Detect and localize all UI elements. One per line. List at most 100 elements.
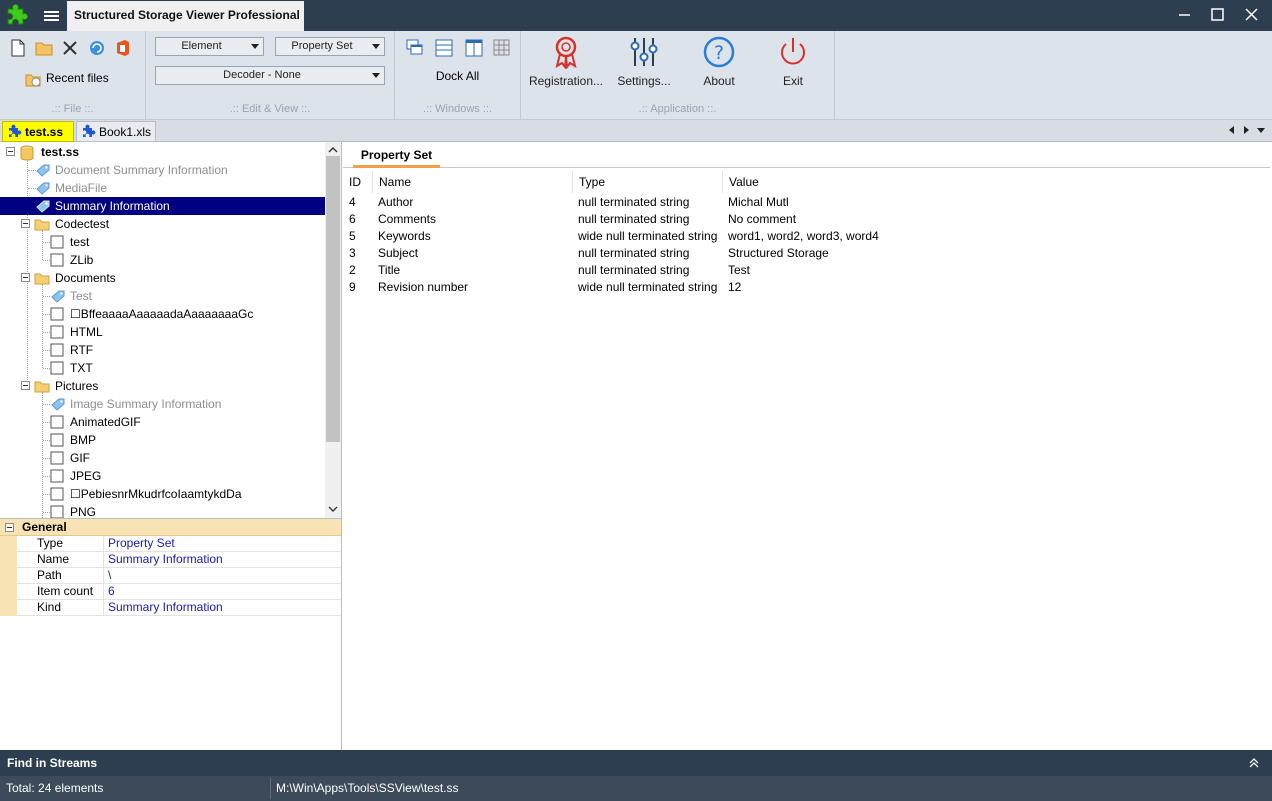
property-row-kind[interactable]: Kind Summary Information bbox=[0, 600, 341, 616]
tree-scrollbar[interactable] bbox=[325, 142, 341, 518]
tree-item-test[interactable]: test bbox=[0, 233, 325, 251]
tree-item-gif[interactable]: GIF bbox=[0, 449, 325, 467]
tree-root[interactable]: test.ss bbox=[0, 143, 325, 161]
cell-id[interactable]: 3 bbox=[349, 245, 356, 262]
tree-item-rtf[interactable]: RTF bbox=[0, 341, 325, 359]
open-folder-icon[interactable] bbox=[33, 37, 55, 59]
cell-value[interactable]: Michal Mutl bbox=[728, 194, 789, 211]
tree-item-documents[interactable]: Documents bbox=[0, 269, 325, 287]
doc-tab-test-ss[interactable]: test.ss bbox=[2, 121, 74, 142]
cell-id[interactable]: 2 bbox=[349, 262, 356, 279]
cascade-windows-icon[interactable] bbox=[404, 37, 426, 59]
office-icon[interactable] bbox=[112, 37, 134, 59]
hamburger-menu-icon[interactable] bbox=[38, 4, 64, 28]
tree-item-png[interactable]: PNG bbox=[0, 503, 325, 518]
cell-name[interactable]: Revision number bbox=[378, 279, 468, 296]
tree-item-document-summary[interactable]: Document Summary Information bbox=[0, 161, 325, 179]
collapse-icon[interactable] bbox=[21, 381, 30, 390]
cell-type[interactable]: null terminated string bbox=[578, 245, 689, 262]
property-row-item-count[interactable]: Item count 6 bbox=[0, 584, 341, 600]
cell-id[interactable]: 9 bbox=[349, 279, 356, 296]
puzzle-icon bbox=[9, 124, 22, 137]
stream-icon bbox=[50, 505, 64, 518]
scroll-left-icon[interactable] bbox=[1229, 126, 1234, 134]
collapse-icon[interactable] bbox=[21, 219, 30, 228]
cell-value[interactable]: Test bbox=[728, 262, 750, 279]
dock-all-button[interactable]: Dock All bbox=[395, 69, 520, 83]
cell-name[interactable]: Subject bbox=[378, 245, 418, 262]
decoder-dropdown[interactable]: Decoder - None bbox=[155, 66, 385, 85]
property-gutter bbox=[0, 584, 17, 600]
cell-name[interactable]: Keywords bbox=[378, 228, 431, 245]
column-header-name[interactable]: Name bbox=[372, 171, 573, 193]
tree-item-mediafile[interactable]: MediaFile bbox=[0, 179, 325, 197]
property-row-type[interactable]: Type Property Set bbox=[0, 536, 341, 552]
cell-name[interactable]: Title bbox=[378, 262, 400, 279]
doc-tab-book1-xls[interactable]: Book1.xls bbox=[76, 121, 156, 142]
recent-files-icon bbox=[25, 74, 41, 87]
element-dropdown[interactable]: Element bbox=[155, 37, 264, 56]
close-icon[interactable] bbox=[1232, 0, 1271, 31]
find-in-streams-panel[interactable]: Find in Streams bbox=[0, 750, 1272, 776]
cell-type[interactable]: wide null terminated string bbox=[578, 279, 717, 296]
cell-value[interactable]: word1, word2, word3, word4 bbox=[728, 228, 879, 245]
tree-item-label: PNG bbox=[70, 505, 97, 518]
tree-item-html[interactable]: HTML bbox=[0, 323, 325, 341]
exit-button[interactable]: Exit bbox=[763, 35, 823, 95]
cell-value[interactable]: Structured Storage bbox=[728, 245, 829, 262]
column-header-id[interactable]: ID bbox=[343, 171, 373, 193]
collapse-icon[interactable] bbox=[5, 523, 14, 532]
collapse-icon[interactable] bbox=[21, 273, 30, 282]
tab-property-set[interactable]: Property Set bbox=[353, 146, 440, 168]
tree-item-codectest[interactable]: Codectest bbox=[0, 215, 325, 233]
scroll-down-icon[interactable] bbox=[325, 503, 341, 515]
column-header-type[interactable]: Type bbox=[572, 171, 722, 193]
tab-list-chevron-down-icon[interactable] bbox=[1257, 128, 1265, 133]
tree-item-pictures[interactable]: Pictures bbox=[0, 377, 325, 395]
cell-id[interactable]: 4 bbox=[349, 194, 356, 211]
tree-item-image-summary[interactable]: Image Summary Information bbox=[0, 395, 325, 413]
registration-button[interactable]: Registration... bbox=[526, 35, 606, 95]
cell-value[interactable]: No comment bbox=[728, 211, 796, 228]
scroll-right-icon[interactable] bbox=[1244, 126, 1249, 134]
property-row-name[interactable]: Name Summary Information bbox=[0, 552, 341, 568]
property-set-dropdown[interactable]: Property Set bbox=[275, 37, 385, 56]
about-button[interactable]: ? About bbox=[689, 35, 749, 95]
cell-type[interactable]: null terminated string bbox=[578, 262, 689, 279]
tree-item-jpeg[interactable]: JPEG bbox=[0, 467, 325, 485]
cell-type[interactable]: null terminated string bbox=[578, 211, 689, 228]
tree-item-bffeaaaa[interactable]: ☐BffeaaaaAaaaaadaAaaaaaaaGc bbox=[0, 305, 325, 323]
tree-item-summary-information[interactable]: Summary Information bbox=[0, 197, 325, 215]
cell-id[interactable]: 6 bbox=[349, 211, 356, 228]
puzzle-app-icon[interactable] bbox=[0, 0, 36, 31]
settings-button[interactable]: Settings... bbox=[609, 35, 679, 95]
tree-item-animatedgif[interactable]: AnimatedGIF bbox=[0, 413, 325, 431]
grid-windows-icon[interactable] bbox=[491, 37, 513, 59]
new-file-icon[interactable] bbox=[7, 37, 29, 59]
tile-vertical-icon[interactable] bbox=[463, 37, 485, 59]
close-file-icon[interactable] bbox=[59, 37, 81, 59]
collapse-icon[interactable] bbox=[6, 147, 15, 156]
recent-files-button[interactable]: Recent files bbox=[24, 69, 134, 89]
cell-name[interactable]: Author bbox=[378, 194, 413, 211]
scrollbar-thumb[interactable] bbox=[326, 156, 340, 442]
tile-horizontal-icon[interactable] bbox=[433, 37, 455, 59]
refresh-icon[interactable] bbox=[86, 37, 108, 59]
property-row-path[interactable]: Path \ bbox=[0, 568, 341, 584]
property-category-general[interactable]: General bbox=[0, 519, 341, 536]
tree-item-zlib[interactable]: ZLib bbox=[0, 251, 325, 269]
cell-id[interactable]: 5 bbox=[349, 228, 356, 245]
property-gutter bbox=[0, 600, 17, 616]
column-header-value[interactable]: Value bbox=[722, 171, 922, 193]
cell-type[interactable]: wide null terminated string bbox=[578, 228, 717, 245]
stream-icon bbox=[50, 325, 64, 339]
cell-name[interactable]: Comments bbox=[378, 211, 436, 228]
expand-up-icon[interactable] bbox=[1248, 757, 1260, 769]
cell-value[interactable]: 12 bbox=[728, 279, 741, 296]
tree-item-test-property[interactable]: Test bbox=[0, 287, 325, 305]
tree-item-pebiesnr[interactable]: ☐PebiesnrMkudrfcoIaamtykdDa bbox=[0, 485, 325, 503]
tree-item-bmp[interactable]: BMP bbox=[0, 431, 325, 449]
scroll-up-icon[interactable] bbox=[325, 144, 341, 156]
cell-type[interactable]: null terminated string bbox=[578, 194, 689, 211]
tree-item-txt[interactable]: TXT bbox=[0, 359, 325, 377]
